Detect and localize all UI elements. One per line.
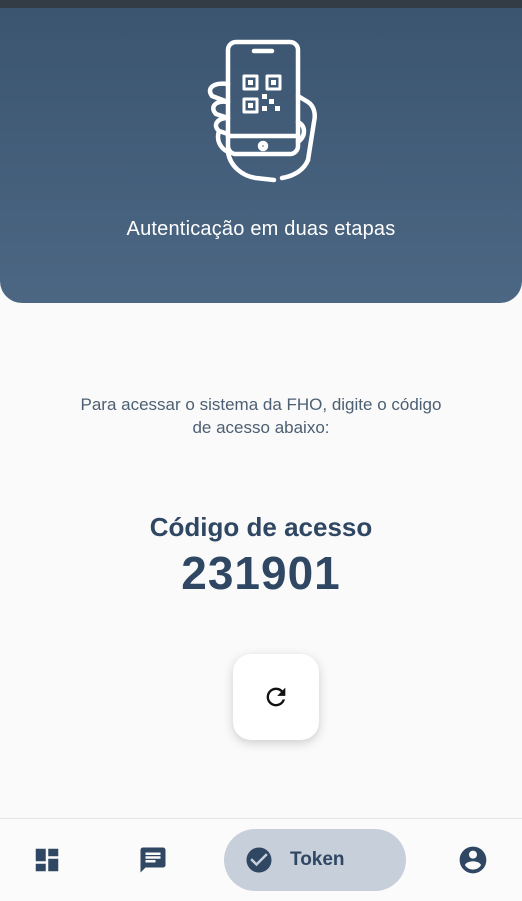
status-bar	[0, 0, 522, 8]
check-circle-icon	[244, 845, 274, 875]
refresh-button[interactable]	[233, 654, 319, 740]
access-code-label: Código de acesso	[149, 512, 373, 542]
chat-icon	[140, 847, 166, 873]
instruction-text: Para acessar o sistema da FHO, digite o …	[40, 393, 482, 439]
header-banner: Autenticação em duas etapas	[0, 8, 522, 303]
nav-dashboard[interactable]	[12, 819, 82, 901]
nav-messages[interactable]	[118, 819, 188, 901]
bottom-navigation: Token	[0, 818, 522, 901]
page-title: Autenticação em duas etapas	[126, 218, 396, 240]
nav-token[interactable]: Token	[224, 829, 406, 891]
nav-profile[interactable]	[438, 819, 508, 901]
refresh-icon	[266, 687, 286, 707]
nav-token-label: Token	[290, 849, 345, 870]
account-icon	[459, 846, 487, 874]
instruction-line-1: Para acessar o sistema da FHO, digite o …	[80, 395, 442, 414]
instruction-line-2: de acesso abaixo:	[192, 418, 330, 437]
dashboard-icon	[35, 848, 59, 872]
access-code-value: 231901	[181, 547, 341, 599]
phone-qr-hand-icon	[207, 39, 317, 183]
